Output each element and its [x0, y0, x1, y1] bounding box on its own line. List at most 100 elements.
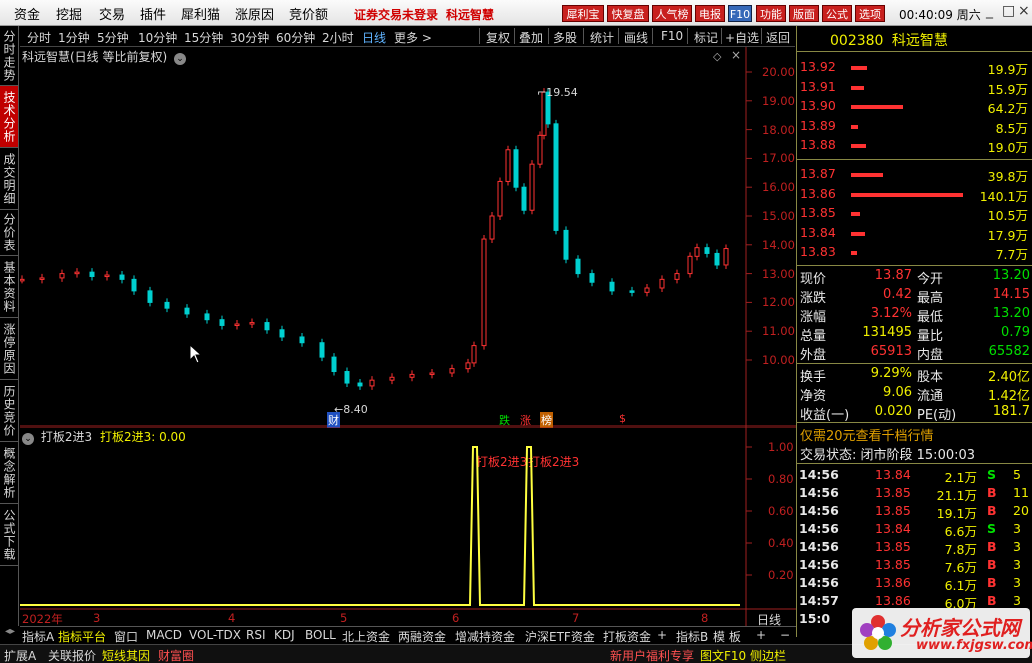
indicator-tab[interactable]: 指标平台: [58, 628, 106, 645]
tab-fenshi[interactable]: 分时走势: [0, 26, 18, 86]
indicator-tab[interactable]: 两融资金: [398, 628, 446, 645]
period-more[interactable]: 更多 >: [394, 29, 432, 46]
tick-count: 11: [1013, 485, 1029, 500]
book-price[interactable]: 13.90: [800, 98, 836, 113]
tab-zhangting[interactable]: 涨停原因: [0, 318, 18, 380]
tool-duogu[interactable]: 多股: [553, 29, 577, 46]
indicator-tab[interactable]: 窗口: [114, 628, 138, 645]
tab-gainian[interactable]: 概念解析: [0, 442, 18, 504]
status-caifu[interactable]: 财富圈: [158, 647, 194, 663]
book-price[interactable]: 13.85: [800, 205, 836, 220]
menu-item[interactable]: 涨原因: [235, 4, 274, 23]
status-f10[interactable]: 图文F10 侧边栏: [700, 647, 786, 663]
price-tick-label: 12.00: [762, 295, 795, 310]
book-price[interactable]: 13.88: [800, 137, 836, 152]
stock-name-top: 科远智慧: [446, 8, 495, 22]
candle: [537, 134, 543, 165]
marker-zhang[interactable]: 涨: [520, 412, 531, 428]
period-2h[interactable]: 2小时: [322, 29, 354, 46]
menu-item[interactable]: 挖掘: [56, 4, 82, 23]
book-volume: 17.9万: [987, 227, 1028, 243]
banmian-button[interactable]: 版面: [789, 5, 819, 22]
book-price[interactable]: 13.84: [800, 225, 836, 240]
renqibang-button[interactable]: 人气榜: [652, 5, 692, 22]
marker-die[interactable]: 跌: [499, 412, 510, 428]
login-warning[interactable]: 证券交易未登录: [354, 6, 438, 23]
indicator-tab[interactable]: 沪深ETF资金: [525, 628, 595, 645]
tab-chengjiao[interactable]: 成交明细: [0, 148, 18, 210]
indicator-tab[interactable]: MACD: [146, 628, 182, 642]
maximize-icon[interactable]: □: [1002, 3, 1015, 19]
tool-tongji[interactable]: 统计: [590, 29, 614, 46]
tab-jishu[interactable]: 技术分析: [0, 86, 18, 148]
indicator-tab[interactable]: RSI: [246, 628, 266, 642]
book-price[interactable]: 13.86: [800, 186, 836, 201]
xilibao-button[interactable]: 犀利宝: [562, 5, 604, 22]
xuanxiang-button[interactable]: 选项: [855, 5, 885, 22]
period-fenshi[interactable]: 分时: [27, 29, 51, 46]
tick-price: 13.85: [875, 539, 911, 554]
indicator-tab[interactable]: 增减持资金: [455, 628, 515, 645]
tab-lishi[interactable]: 历史竞价: [0, 380, 18, 442]
date-tick-label: 7: [572, 611, 580, 625]
book-price[interactable]: 13.92: [800, 59, 836, 74]
kline-chart[interactable]: [20, 47, 796, 427]
marker-cai[interactable]: 财: [327, 412, 340, 428]
promo-link[interactable]: 仅需20元查看千档行情: [800, 425, 934, 444]
marker-dollar[interactable]: $: [619, 412, 626, 425]
tab-gongshi[interactable]: 公式下载: [0, 504, 18, 566]
menu-item[interactable]: 资金: [14, 4, 40, 23]
tab-jiben[interactable]: 基本资料: [0, 256, 18, 318]
book-price[interactable]: 13.87: [800, 166, 836, 181]
indicator-tab[interactable]: BOLL: [305, 628, 336, 642]
book-price[interactable]: 13.83: [800, 244, 836, 259]
status-duanxian[interactable]: 短线其因: [102, 647, 150, 663]
menu-item[interactable]: 犀利猫: [181, 4, 220, 23]
menu-item[interactable]: 插件: [140, 4, 166, 23]
tool-biaoji[interactable]: 标记: [694, 29, 718, 46]
tool-fanhui[interactable]: 返回: [766, 29, 790, 46]
minimize-icon[interactable]: _: [986, 3, 993, 19]
indicator-tab[interactable]: KDJ: [274, 628, 295, 642]
indicator-tab[interactable]: 模 板: [713, 628, 741, 645]
tool-f10[interactable]: F10: [661, 29, 683, 43]
period-5min[interactable]: 5分钟: [97, 29, 129, 46]
marker-bang[interactable]: 榜: [540, 412, 553, 428]
status-guanlian[interactable]: 关联报价: [48, 647, 96, 663]
gongshi-button[interactable]: 公式: [822, 5, 852, 22]
close-icon[interactable]: ×: [1018, 3, 1030, 19]
period-60min[interactable]: 60分钟: [276, 29, 315, 46]
menu-item[interactable]: 交易: [99, 4, 125, 23]
status-kuozhan[interactable]: 扩展A: [4, 647, 36, 663]
tool-diejia[interactable]: 叠加: [519, 29, 543, 46]
period-daily[interactable]: 日线: [362, 29, 386, 46]
kuaifupan-button[interactable]: 快复盘: [607, 5, 649, 22]
quote-key: 总量: [800, 329, 827, 344]
indicator-tab[interactable]: 指标B: [676, 628, 708, 645]
period-15min[interactable]: 15分钟: [184, 29, 223, 46]
indicator-tab[interactable]: 打板资金: [603, 628, 651, 645]
tool-fuquan[interactable]: 复权: [486, 29, 510, 46]
indicator-chart[interactable]: [20, 427, 796, 626]
menu-item[interactable]: 竞价额: [289, 4, 328, 23]
indicator-tab[interactable]: +: [756, 628, 766, 642]
indicator-tab[interactable]: +: [657, 628, 667, 642]
status-promo[interactable]: 新用户福利专享: [610, 647, 694, 663]
indicator-tab[interactable]: 指标A: [22, 628, 54, 645]
tab-fenjia[interactable]: 分价表: [0, 210, 18, 256]
indicator-tab[interactable]: −: [780, 628, 790, 642]
period-1min[interactable]: 1分钟: [58, 29, 90, 46]
candle: [331, 356, 337, 373]
period-10min[interactable]: 10分钟: [138, 29, 177, 46]
gongneng-button[interactable]: 功能: [756, 5, 786, 22]
tab-scroll-icon[interactable]: ◂▸: [0, 626, 20, 644]
book-price[interactable]: 13.91: [800, 79, 836, 94]
tool-huaxian[interactable]: 画线: [624, 29, 648, 46]
book-price[interactable]: 13.89: [800, 118, 836, 133]
f10-button[interactable]: F10: [728, 5, 752, 22]
tool-zixuan[interactable]: +自选: [725, 29, 759, 46]
dianbao-button[interactable]: 电报: [695, 5, 725, 22]
indicator-tab[interactable]: VOL-TDX: [189, 628, 241, 642]
indicator-tab[interactable]: 北上资金: [342, 628, 390, 645]
period-30min[interactable]: 30分钟: [230, 29, 269, 46]
